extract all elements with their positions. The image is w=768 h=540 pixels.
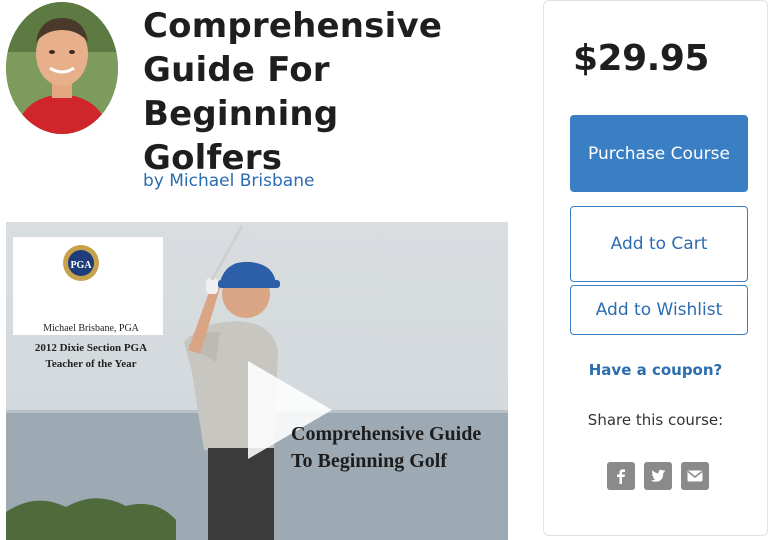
share-label: Share this course: — [587, 411, 724, 429]
course-video-preview[interactable]: PGA Michael Brisbane, PGA 2012 Dixie Sec… — [6, 222, 508, 540]
course-title: Comprehensive Guide For Beginning Golfer… — [143, 6, 443, 178]
email-icon[interactable] — [681, 462, 709, 490]
video-overlay-title: Comprehensive Guide To Beginning Golf — [291, 421, 481, 475]
purchase-course-button[interactable]: Purchase Course — [570, 115, 748, 192]
pga-badge-card: PGA — [13, 237, 163, 335]
instructor-byline[interactable]: by Michael Brisbane — [143, 171, 314, 191]
badge-award-line1: 2012 Dixie Section PGA — [34, 342, 148, 354]
video-overlay-line1: Comprehensive Guide — [291, 423, 482, 445]
svg-text:PGA: PGA — [70, 260, 92, 271]
twitter-icon[interactable] — [644, 462, 672, 490]
course-price: $29.95 — [573, 38, 709, 79]
add-to-cart-button[interactable]: Add to Cart — [570, 206, 748, 282]
instructor-avatar — [6, 2, 118, 134]
pga-logo: PGA — [63, 245, 99, 281]
facebook-icon[interactable] — [607, 462, 635, 490]
add-to-wishlist-button[interactable]: Add to Wishlist — [570, 285, 748, 335]
badge-award-line2: Teacher of the Year — [45, 358, 137, 370]
video-overlay-line2: To Beginning Golf — [291, 450, 447, 472]
coupon-link[interactable]: Have a coupon? — [544, 361, 767, 379]
purchase-panel: $29.95 Purchase Course Add to Cart Add t… — [543, 0, 768, 536]
badge-name: Michael Brisbane, PGA — [43, 323, 139, 334]
